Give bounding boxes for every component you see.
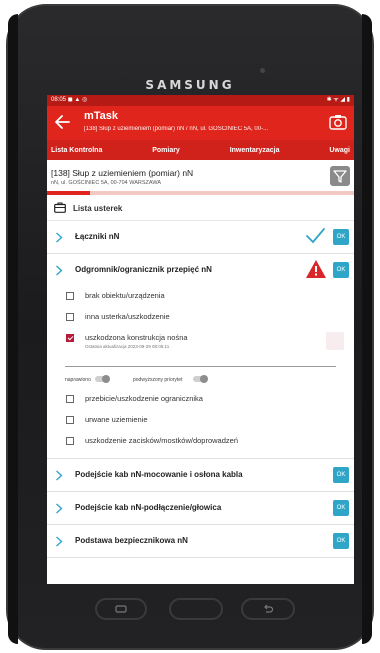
defect-item[interactable]: przebicie/uszkodzenie ogranicznika xyxy=(47,389,354,410)
tab-bar: Lista Kontrolna Pomiary Inwentaryzacja U… xyxy=(47,140,354,160)
defect-checkbox-checked[interactable] xyxy=(66,334,74,342)
back-button[interactable] xyxy=(241,598,295,620)
tab-uwagi[interactable]: Uwagi xyxy=(329,147,350,154)
chevron-right-icon[interactable] xyxy=(55,536,63,547)
chevron-right-icon[interactable] xyxy=(55,265,63,276)
app-bar: mTask [138] Słup z uziemieniem (pomiar) … xyxy=(47,106,354,140)
category-row[interactable]: Łączniki nN OK xyxy=(47,221,354,253)
recent-apps-button[interactable] xyxy=(95,598,147,620)
status-time: 08:05 xyxy=(51,97,67,103)
bumper-left xyxy=(8,14,18,644)
bumper-right xyxy=(362,14,372,644)
object-title: [138] Słup z uziemieniem (pomiar) nN xyxy=(51,168,194,178)
defects-list-title: Lista usterek xyxy=(73,204,123,213)
app-subtitle: [138] Słup z uziemieniem (pomiar) nN / n… xyxy=(84,126,269,132)
object-header: [138] Słup z uziemieniem (pomiar) nN nN,… xyxy=(47,160,354,195)
defect-checkbox[interactable] xyxy=(66,416,74,424)
defect-label: uszkodzenie zacisków/mostków/doprowadzeń xyxy=(85,436,238,445)
status-icons: ◼ ▲ ◎ xyxy=(67,97,88,103)
camera-icon[interactable] xyxy=(329,114,347,130)
defect-item[interactable]: urwane uziemienie xyxy=(47,410,354,431)
tab-pomiary[interactable]: Pomiary xyxy=(152,147,180,154)
chevron-right-icon[interactable] xyxy=(55,503,63,514)
defect-label: brak obiektu/urządzenia xyxy=(85,291,165,300)
defect-toggles: naprawiono podwyższony priorytet xyxy=(47,373,354,389)
hardware-nav-bar xyxy=(95,594,295,624)
defect-item[interactable]: inna usterka/uszkodzenie xyxy=(47,307,354,328)
category-podstawa-bezpiecznikowa[interactable]: Podstawa bezpiecznikowa nN OK xyxy=(47,525,354,558)
photo-slot[interactable] xyxy=(326,332,344,350)
defect-label: przebicie/uszkodzenie ogranicznika xyxy=(85,394,203,403)
filter-icon xyxy=(333,170,347,183)
tab-inwentaryzacja[interactable]: Inwentaryzacja xyxy=(230,147,280,154)
repaired-toggle[interactable] xyxy=(95,375,110,383)
status-bar: 08:05 ◼ ▲ ◎ ✱ ᯤ ◢ ▮ xyxy=(47,95,354,106)
app-title: mTask xyxy=(84,110,119,122)
category-row[interactable]: Podstawa bezpiecznikowa nN OK xyxy=(47,525,354,557)
app-screen: 08:05 ◼ ▲ ◎ ✱ ᯤ ◢ ▮ mTask [138] Słup z u… xyxy=(47,95,354,584)
checkmark-icon xyxy=(306,228,325,244)
home-button[interactable] xyxy=(169,598,223,620)
category-odgromnik[interactable]: Odgromnik/ogranicznik przepięć nN OK bra… xyxy=(47,254,354,459)
device-brand: SAMSUNG xyxy=(145,78,235,92)
chevron-right-icon[interactable] xyxy=(55,470,63,481)
recent-apps-icon xyxy=(115,605,127,613)
defect-checkbox[interactable] xyxy=(66,292,74,300)
defect-checkbox[interactable] xyxy=(66,313,74,321)
progress-bar xyxy=(47,191,354,195)
priority-toggle[interactable] xyxy=(193,375,208,383)
ok-button[interactable]: OK xyxy=(333,467,349,483)
category-row[interactable]: Odgromnik/ogranicznik przepięć nN OK xyxy=(47,254,354,286)
category-label: Podejście kab nN-podłączenie/głowica xyxy=(75,503,222,512)
defect-checkbox[interactable] xyxy=(66,395,74,403)
category-laczniki[interactable]: Łączniki nN OK xyxy=(47,221,354,254)
ok-button[interactable]: OK xyxy=(333,262,349,278)
category-label: Podstawa bezpiecznikowa nN xyxy=(75,536,188,545)
briefcase-icon xyxy=(54,202,66,213)
tab-lista-kontrolna[interactable]: Lista Kontrolna xyxy=(51,147,102,154)
warning-icon xyxy=(306,260,326,278)
chevron-right-icon[interactable] xyxy=(55,232,63,243)
ok-button[interactable]: OK xyxy=(333,229,349,245)
repaired-label: naprawiono xyxy=(65,377,91,383)
category-row[interactable]: Podejście kab nN-podłączenie/głowica OK xyxy=(47,492,354,524)
progress-fill xyxy=(47,191,90,195)
defect-label: inna usterka/uszkodzenie xyxy=(85,312,170,321)
divider xyxy=(65,366,336,367)
back-icon xyxy=(264,604,274,613)
defect-last-update: Ostatnia aktualizacja 2023-09-29 08:05:1… xyxy=(85,344,170,349)
category-podejscie-podlaczenie[interactable]: Podejście kab nN-podłączenie/głowica OK xyxy=(47,492,354,525)
category-label: Odgromnik/ogranicznik przepięć nN xyxy=(75,265,212,274)
back-arrow-icon[interactable] xyxy=(54,114,70,130)
defect-item-checked[interactable]: uszkodzona konstrukcja nośna Ostatnia ak… xyxy=(47,328,354,360)
priority-label: podwyższony priorytet xyxy=(133,377,183,383)
defect-label: urwane uziemienie xyxy=(85,415,148,424)
category-podejscie-mocowanie[interactable]: Podejście kab nN-mocowanie i osłona kabl… xyxy=(47,459,354,492)
ok-button[interactable]: OK xyxy=(333,533,349,549)
defects-list-header: Lista usterek xyxy=(47,196,354,221)
category-label: Łączniki nN xyxy=(75,232,120,241)
category-row[interactable]: Podejście kab nN-mocowanie i osłona kabl… xyxy=(47,459,354,491)
defect-item[interactable]: uszkodzenie zacisków/mostków/doprowadzeń xyxy=(47,431,354,452)
defect-item[interactable]: brak obiektu/urządzenia xyxy=(47,286,354,307)
category-label: Podejście kab nN-mocowanie i osłona kabl… xyxy=(75,470,243,479)
status-right-icons: ✱ ᯤ ◢ ▮ xyxy=(326,97,350,103)
status-left: 08:05 ◼ ▲ ◎ xyxy=(51,95,87,106)
defect-checkbox[interactable] xyxy=(66,437,74,445)
front-camera xyxy=(260,68,265,73)
ok-button[interactable]: OK xyxy=(333,500,349,516)
defect-label: uszkodzona konstrukcja nośna xyxy=(85,333,188,342)
object-address: nN, ul. GOŚCINIEC 5A, 00-704 WARSZAWA xyxy=(51,180,162,186)
filter-button[interactable] xyxy=(330,166,350,186)
